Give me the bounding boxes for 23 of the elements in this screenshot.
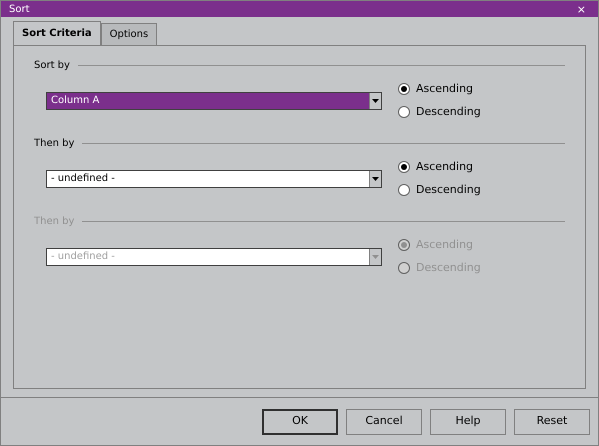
dialog-button[interactable]: Help — [430, 408, 506, 434]
tab[interactable]: Sort Criteria — [13, 21, 101, 45]
radio-label: Ascending — [416, 237, 474, 253]
dropdown[interactable]: Column A — [46, 92, 382, 110]
radio-button[interactable] — [398, 161, 410, 174]
radio-label: Ascending — [416, 159, 474, 175]
tab[interactable]: Options — [100, 23, 158, 45]
radio-label: Ascending — [416, 81, 474, 97]
radio-label: Descending — [416, 104, 481, 120]
close-button[interactable]: × — [572, 4, 590, 14]
dialog-button[interactable]: OK — [262, 408, 338, 434]
group-label: Sort by — [34, 59, 70, 73]
dropdown[interactable]: - undefined - — [46, 170, 382, 188]
group-label: Then by — [34, 215, 74, 229]
radio-label: Descending — [416, 260, 481, 276]
radio-button[interactable] — [398, 184, 410, 196]
window-title: Sort — [9, 2, 30, 16]
group-label: Then by — [34, 137, 74, 151]
dialog-button[interactable]: Cancel — [346, 408, 422, 434]
dialog-button[interactable]: Reset — [514, 408, 590, 434]
radio-button[interactable] — [398, 106, 410, 118]
radio-label: Descending — [416, 182, 481, 198]
radio-button[interactable] — [398, 83, 410, 96]
